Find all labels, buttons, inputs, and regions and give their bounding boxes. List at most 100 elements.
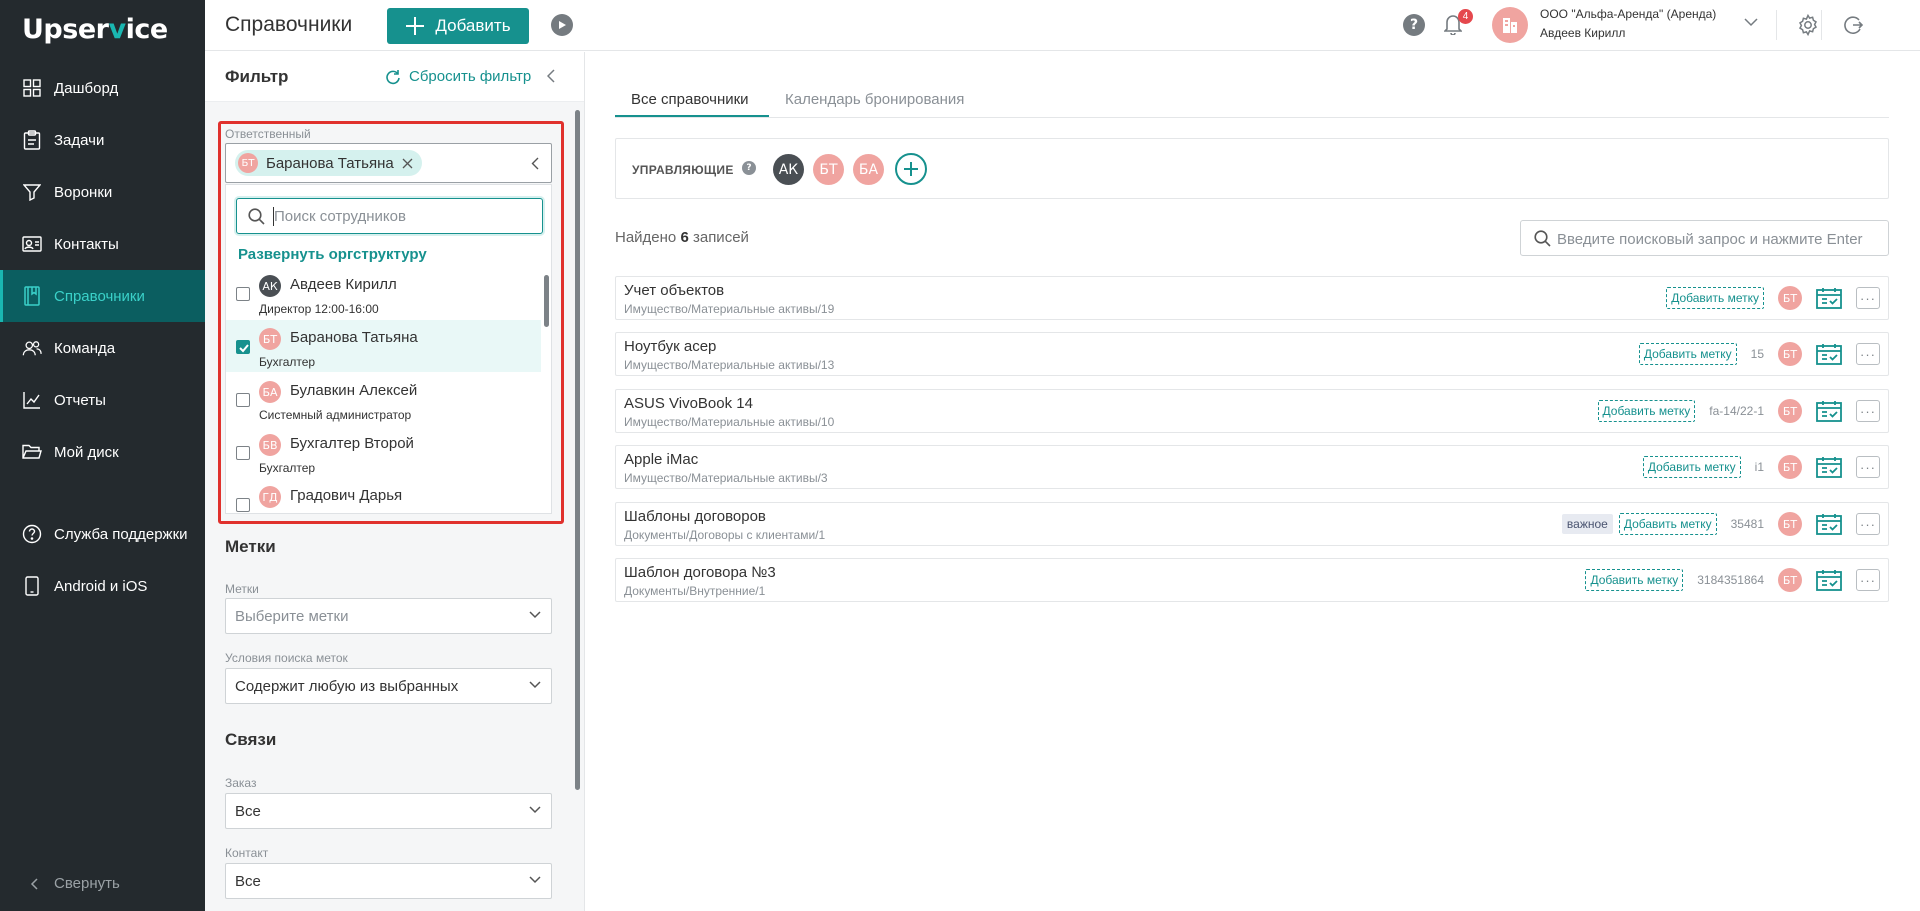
- records-search[interactable]: [1520, 220, 1889, 256]
- contact-select[interactable]: Все: [225, 863, 552, 899]
- info-icon[interactable]: ?: [742, 161, 756, 175]
- employee-checkbox[interactable]: [236, 393, 250, 407]
- booking-calendar-button[interactable]: [1816, 568, 1842, 592]
- account-menu-toggle[interactable]: [1744, 18, 1758, 27]
- tab-booking-calendar[interactable]: Календарь бронирования: [785, 91, 964, 108]
- employee-search[interactable]: [236, 198, 543, 234]
- video-help-button[interactable]: [551, 14, 573, 36]
- manager-avatar[interactable]: АК: [773, 154, 804, 185]
- avatar: БВ: [259, 434, 281, 456]
- tag-condition-select[interactable]: Содержит любую из выбранных: [225, 668, 552, 704]
- sidebar-item-dashboard[interactable]: Дашборд: [0, 62, 205, 114]
- more-button[interactable]: ···: [1856, 287, 1880, 309]
- phone-icon: [22, 576, 42, 596]
- org-avatar[interactable]: [1492, 7, 1528, 43]
- employee-option[interactable]: БТ Баранова Татьяна Бухгалтер: [226, 320, 541, 372]
- avatar[interactable]: БТ: [1778, 455, 1802, 479]
- chevron-left-icon[interactable]: [531, 157, 539, 170]
- calendar-icon: [1816, 401, 1842, 422]
- help-button[interactable]: ?: [1403, 14, 1425, 36]
- table-row[interactable]: Ноутбук асер Имущество/Материальные акти…: [615, 332, 1889, 376]
- more-button[interactable]: ···: [1856, 513, 1880, 535]
- booking-calendar-button[interactable]: [1816, 286, 1842, 310]
- table-row[interactable]: Учет объектов Имущество/Материальные акт…: [615, 276, 1889, 320]
- sidebar-item-mobile[interactable]: Android и iOS: [0, 560, 205, 612]
- reset-filter-button[interactable]: Сбросить фильтр: [385, 68, 531, 85]
- table-row[interactable]: Apple iMac Имущество/Материальные активы…: [615, 445, 1889, 489]
- sidebar-item-reports[interactable]: Отчеты: [0, 374, 205, 426]
- more-button[interactable]: ···: [1856, 343, 1880, 365]
- dropdown-scrollbar[interactable]: [544, 275, 549, 327]
- tab-bar: Все справочники Календарь бронирования: [615, 85, 1889, 118]
- reset-filter-label: Сбросить фильтр: [409, 68, 532, 85]
- avatar[interactable]: БТ: [1778, 512, 1802, 536]
- more-button[interactable]: ···: [1856, 400, 1880, 422]
- tags-select[interactable]: Выберите метки: [225, 598, 552, 634]
- avatar[interactable]: БТ: [1778, 342, 1802, 366]
- employee-checkbox[interactable]: [236, 287, 250, 301]
- sidebar-item-tasks[interactable]: Задачи: [0, 114, 205, 166]
- reports-icon: [22, 390, 42, 410]
- employee-name: Баранова Татьяна: [290, 329, 418, 346]
- play-icon: [559, 21, 566, 29]
- booking-calendar-button[interactable]: [1816, 399, 1842, 423]
- table-row[interactable]: Шаблоны договоров Документы/Договоры с к…: [615, 502, 1889, 546]
- tab-all-references[interactable]: Все справочники: [631, 91, 749, 108]
- records-search-input[interactable]: [1557, 229, 1877, 249]
- gear-icon: [1799, 14, 1817, 36]
- employee-option[interactable]: АК Авдеев Кирилл Директор 12:00-16:00: [226, 267, 541, 319]
- add-tag-button[interactable]: Добавить метку: [1585, 569, 1684, 591]
- table-row[interactable]: ASUS VivoBook 14 Имущество/Материальные …: [615, 389, 1889, 433]
- sidebar-collapse-button[interactable]: Свернуть: [30, 875, 120, 892]
- employee-checkbox[interactable]: [236, 340, 250, 354]
- tag-badge[interactable]: важное: [1561, 514, 1613, 534]
- support-icon: [22, 524, 42, 544]
- expand-orgstructure-link[interactable]: Развернуть оргструктуру: [238, 246, 427, 263]
- manager-avatar[interactable]: БА: [853, 154, 884, 185]
- booking-calendar-button[interactable]: [1816, 512, 1842, 536]
- sidebar-item-team[interactable]: Команда: [0, 322, 205, 374]
- add-manager-button[interactable]: [895, 153, 927, 185]
- add-tag-button[interactable]: Добавить метку: [1642, 456, 1741, 478]
- add-tag-button[interactable]: Добавить метку: [1618, 513, 1717, 535]
- responsible-select[interactable]: БТ Баранова Татьяна: [225, 143, 552, 183]
- employee-position: Системный администратор: [259, 408, 412, 422]
- logout-button[interactable]: [1842, 14, 1864, 36]
- tasks-icon: [22, 130, 42, 150]
- filter-scrollbar[interactable]: [575, 110, 580, 790]
- more-button[interactable]: ···: [1856, 569, 1880, 591]
- employee-checkbox[interactable]: [236, 498, 250, 512]
- row-code: 15: [1750, 347, 1764, 361]
- sidebar-item-contacts[interactable]: Контакты: [0, 218, 205, 270]
- sidebar-item-support[interactable]: Служба поддержки: [0, 508, 205, 560]
- sidebar-item-references[interactable]: Справочники: [0, 270, 205, 322]
- divider: [1821, 10, 1822, 40]
- table-row[interactable]: Шаблон договора №3 Документы/Внутренние/…: [615, 558, 1889, 602]
- booking-calendar-button[interactable]: [1816, 455, 1842, 479]
- avatar[interactable]: БТ: [1778, 399, 1802, 423]
- add-tag-button[interactable]: Добавить метку: [1597, 400, 1696, 422]
- employee-search-input[interactable]: [274, 206, 534, 226]
- sidebar-item-disk[interactable]: Мой диск: [0, 426, 205, 478]
- logout-icon: [1844, 16, 1864, 35]
- add-tag-button[interactable]: Добавить метку: [1638, 343, 1737, 365]
- settings-button[interactable]: [1797, 14, 1819, 36]
- employee-dropdown: Развернуть оргструктуру АК Авдеев Кирилл…: [225, 184, 552, 514]
- more-button[interactable]: ···: [1856, 456, 1880, 478]
- close-icon[interactable]: [402, 158, 413, 169]
- employee-option[interactable]: ГД Градович Дарья: [226, 478, 541, 513]
- avatar: БА: [259, 381, 281, 403]
- employee-option[interactable]: БВ Бухгалтер Второй Бухгалтер: [226, 426, 541, 478]
- avatar[interactable]: БТ: [1778, 286, 1802, 310]
- avatar[interactable]: БТ: [1778, 568, 1802, 592]
- add-button[interactable]: Добавить: [387, 8, 529, 44]
- filter-collapse-button[interactable]: [547, 69, 555, 83]
- manager-avatar[interactable]: БТ: [813, 154, 844, 185]
- add-tag-button[interactable]: Добавить метку: [1666, 287, 1764, 309]
- employee-option[interactable]: БА Булавкин Алексей Системный администра…: [226, 373, 541, 425]
- sidebar-item-funnels[interactable]: Воронки: [0, 166, 205, 218]
- logo[interactable]: Upservice: [22, 14, 168, 45]
- order-select[interactable]: Все: [225, 793, 552, 829]
- booking-calendar-button[interactable]: [1816, 342, 1842, 366]
- employee-checkbox[interactable]: [236, 446, 250, 460]
